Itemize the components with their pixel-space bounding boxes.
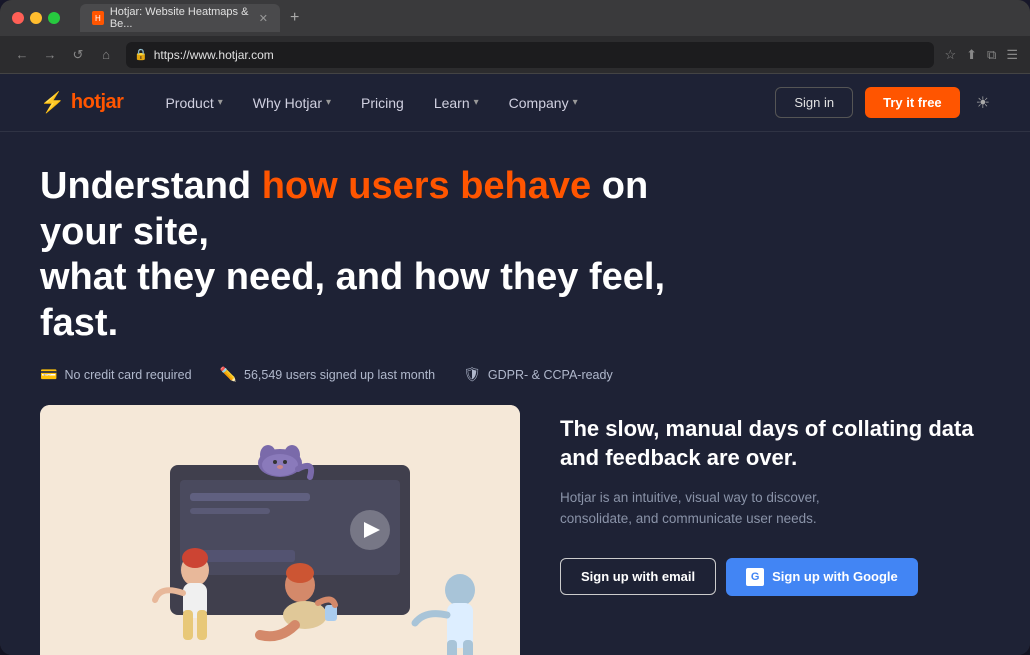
nav-links: Product ▾ Why Hotjar ▾ Pricing Learn ▾ C…: [151, 89, 775, 117]
back-button[interactable]: ←: [12, 47, 32, 62]
chevron-down-icon: ▾: [218, 97, 223, 108]
signup-buttons: Sign up with email G Sign up with Google: [560, 558, 990, 596]
home-button[interactable]: ⌂: [96, 47, 116, 62]
share-icon[interactable]: ⬆: [966, 47, 977, 63]
theme-toggle-icon[interactable]: ☀: [976, 93, 990, 113]
refresh-button[interactable]: ↺: [68, 47, 88, 63]
nav-actions: Sign in Try it free ☀: [775, 87, 990, 118]
right-title: The slow, manual days of collating data …: [560, 415, 990, 472]
logo-text: hotjar: [71, 91, 124, 114]
hero-title-start: Understand: [40, 165, 262, 207]
signin-button[interactable]: Sign in: [775, 87, 853, 118]
chevron-down-icon: ▾: [573, 97, 578, 108]
address-bar: ← → ↺ ⌂ 🔒 https://www.hotjar.com ☆ ⬆ ⧉ ☰: [0, 36, 1030, 74]
chevron-down-icon: ▾: [474, 97, 479, 108]
tab-close-icon[interactable]: ✕: [259, 12, 268, 25]
url-text: https://www.hotjar.com: [154, 48, 274, 62]
url-bar[interactable]: 🔒 https://www.hotjar.com: [126, 42, 934, 68]
tabs-icon[interactable]: ⧉: [987, 47, 996, 63]
google-icon: G: [746, 568, 764, 586]
chevron-down-icon: ▾: [326, 97, 331, 108]
page-content: ⚡ hotjar Product ▾ Why Hotjar ▾ Pricing …: [0, 74, 1030, 655]
badge-gdpr: 🛡 GDPR- & CCPA-ready: [463, 366, 613, 383]
traffic-lights: [12, 12, 60, 24]
logo[interactable]: ⚡ hotjar: [40, 90, 123, 115]
close-button[interactable]: [12, 12, 24, 24]
lock-icon: 🔒: [134, 48, 148, 61]
forward-button[interactable]: →: [40, 47, 60, 62]
browser-window: H Hotjar: Website Heatmaps & Be... ✕ + ←…: [0, 0, 1030, 655]
main-content: The slow, manual days of collating data …: [40, 405, 990, 655]
signup-email-button[interactable]: Sign up with email: [560, 558, 716, 595]
tab-favicon: H: [92, 11, 104, 25]
hero-badges: 💳 No credit card required ✏️ 56,549 user…: [40, 366, 990, 383]
badge-gdpr-text: GDPR- & CCPA-ready: [488, 368, 613, 382]
minimize-button[interactable]: [30, 12, 42, 24]
site-navigation: ⚡ hotjar Product ▾ Why Hotjar ▾ Pricing …: [0, 74, 1030, 132]
hero-title: Understand how users behave on your site…: [40, 164, 680, 346]
nav-product[interactable]: Product ▾: [151, 89, 236, 117]
nav-company[interactable]: Company ▾: [495, 89, 592, 117]
badge-signups-text: 56,549 users signed up last month: [244, 368, 435, 382]
hero-section: Understand how users behave on your site…: [0, 132, 1030, 655]
logo-icon: ⚡: [40, 90, 65, 115]
nav-learn[interactable]: Learn ▾: [420, 89, 493, 117]
badge-signups: ✏️ 56,549 users signed up last month: [220, 366, 436, 383]
right-description: Hotjar is an intuitive, visual way to di…: [560, 487, 840, 530]
signup-google-label: Sign up with Google: [772, 569, 898, 584]
title-bar: H Hotjar: Website Heatmaps & Be... ✕ +: [0, 0, 1030, 36]
signup-google-button[interactable]: G Sign up with Google: [726, 558, 918, 596]
maximize-button[interactable]: [48, 12, 60, 24]
tab-title: Hotjar: Website Heatmaps & Be...: [110, 6, 249, 30]
menu-icon[interactable]: ☰: [1006, 47, 1018, 63]
pencil-icon: ✏️: [220, 366, 237, 383]
badge-no-credit-card-text: No credit card required: [64, 368, 191, 382]
video-card[interactable]: [40, 405, 520, 655]
browser-nav-buttons: ← → ↺ ⌂: [12, 47, 116, 63]
address-bar-actions: ☆ ⬆ ⧉ ☰: [944, 47, 1018, 63]
bookmark-icon[interactable]: ☆: [944, 47, 956, 63]
try-free-button[interactable]: Try it free: [865, 87, 960, 118]
shield-icon: 🛡: [463, 366, 481, 383]
hero-title-highlight: how users behave: [262, 165, 591, 207]
badge-no-credit-card: 💳 No credit card required: [40, 366, 192, 383]
new-tab-button[interactable]: +: [284, 9, 305, 27]
right-content: The slow, manual days of collating data …: [560, 405, 990, 595]
browser-tab[interactable]: H Hotjar: Website Heatmaps & Be... ✕: [80, 4, 280, 32]
credit-card-icon: 💳: [40, 366, 57, 383]
nav-why-hotjar[interactable]: Why Hotjar ▾: [239, 89, 345, 117]
tabs-area: H Hotjar: Website Heatmaps & Be... ✕ +: [80, 4, 1018, 32]
nav-pricing[interactable]: Pricing: [347, 89, 418, 117]
